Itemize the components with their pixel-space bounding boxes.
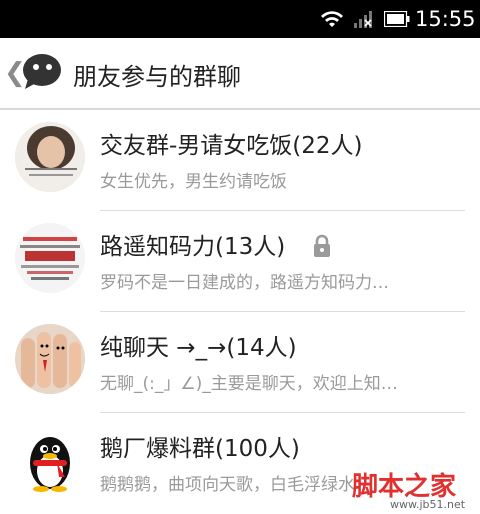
qq-penguin-avatar bbox=[15, 425, 85, 495]
group-name: 路遥知码力(13人) bbox=[100, 234, 286, 260]
header: ❮ 朋友参与的群聊 bbox=[0, 38, 480, 110]
list-item[interactable]: 纯聊天 →_→(14人) 无聊_(:_」∠)_主要是聊天，欢迎上知… bbox=[0, 312, 480, 413]
signal-icon bbox=[354, 11, 372, 28]
back-button[interactable]: ❮ bbox=[4, 58, 26, 88]
photo-avatar bbox=[15, 122, 85, 192]
watermark-url: www.jb51.net bbox=[390, 498, 466, 511]
battery-icon bbox=[384, 11, 410, 27]
lock-icon bbox=[314, 234, 330, 257]
wifi-icon bbox=[321, 11, 343, 27]
source-code-avatar bbox=[15, 223, 85, 293]
status-bar: 15:55 bbox=[0, 0, 480, 38]
watermark: 脚本之家 www.jb51.net bbox=[350, 466, 480, 514]
list-item[interactable]: 交友群-男请女吃饭(22人) 女生优先，男生约请吃饭 bbox=[0, 110, 480, 211]
group-name: 纯聊天 →_→(14人) bbox=[100, 335, 297, 361]
group-chat-logo-icon bbox=[23, 54, 61, 89]
page-title: 朋友参与的群聊 bbox=[73, 63, 241, 91]
finger-faces-avatar bbox=[15, 324, 85, 394]
group-description: 罗码不是一日建成的，路遥方知码力… bbox=[100, 273, 389, 293]
list-item[interactable]: 路遥知码力(13人) 罗码不是一日建成的，路遥方知码力… bbox=[0, 211, 480, 312]
group-description: 无聊_(:_」∠)_主要是聊天，欢迎上知… bbox=[100, 374, 398, 394]
status-time: 15:55 bbox=[415, 7, 476, 31]
group-name: 交友群-男请女吃饭(22人) bbox=[100, 133, 363, 159]
group-name: 鹅厂爆料群(100人) bbox=[100, 436, 300, 462]
group-list: 交友群-男请女吃饭(22人) 女生优先，男生约请吃饭 路遥知码力(13人) 罗码… bbox=[0, 110, 480, 514]
group-description: 女生优先，男生约请吃饭 bbox=[100, 172, 287, 192]
